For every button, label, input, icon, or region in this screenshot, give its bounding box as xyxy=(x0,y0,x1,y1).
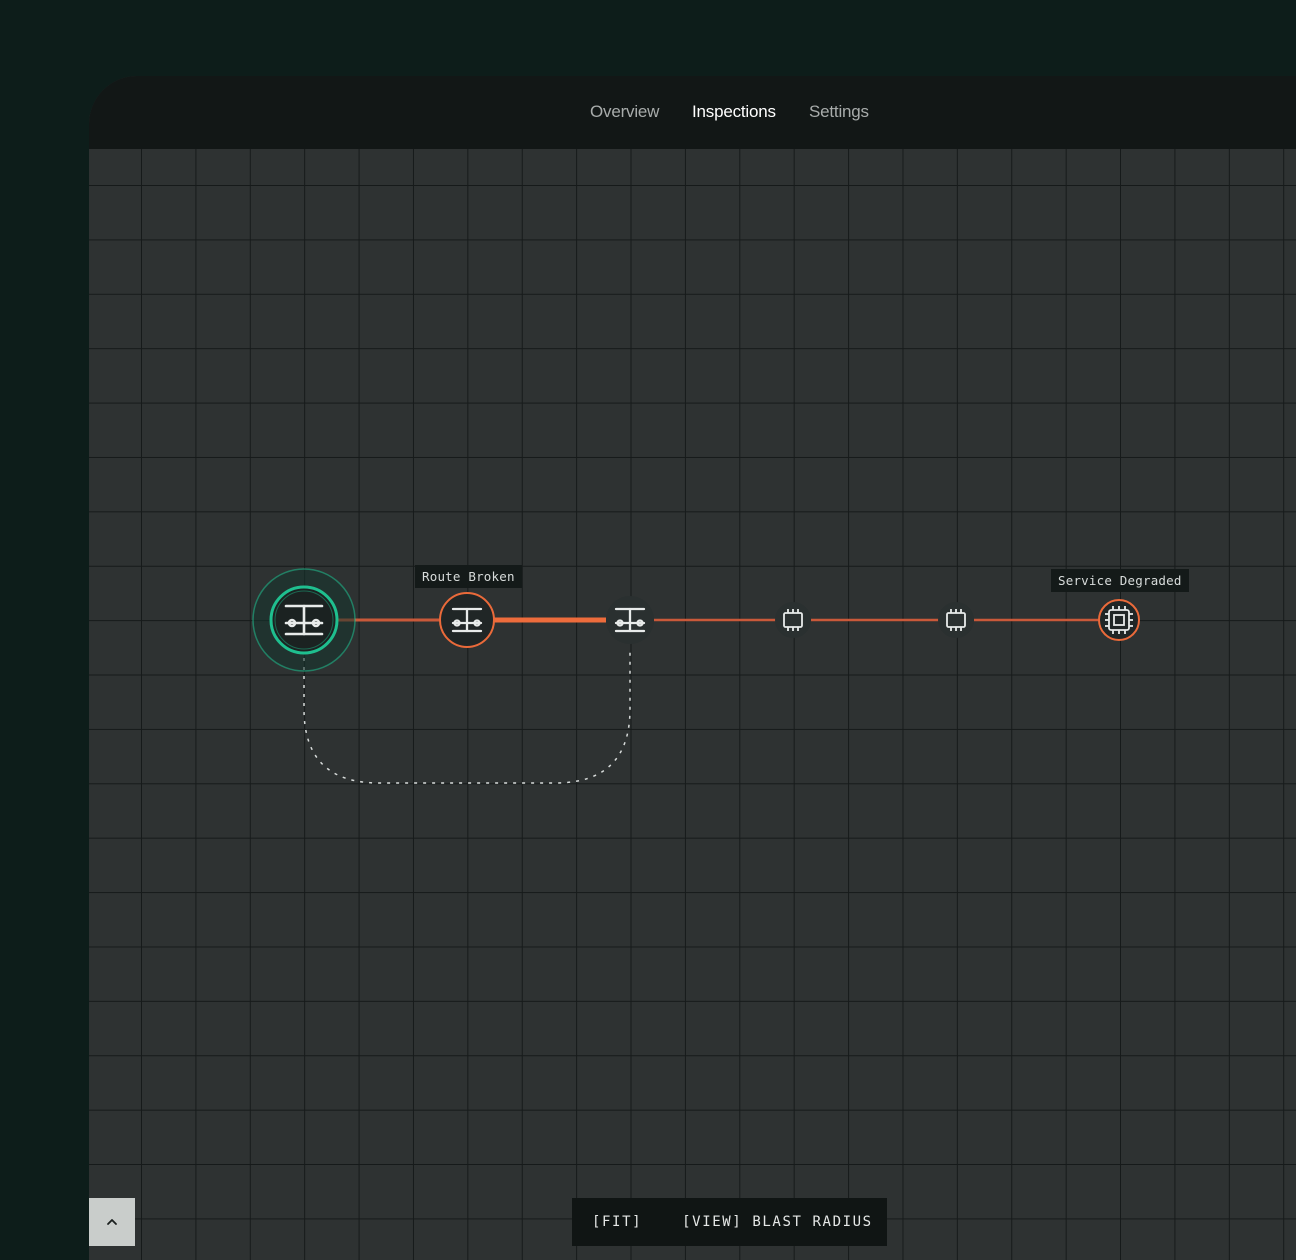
top-navigation-bar: Overview Inspections Settings xyxy=(89,76,1296,150)
label-route-broken: Route Broken xyxy=(415,565,522,588)
view-blast-radius-button[interactable]: [VIEW] BLAST RADIUS xyxy=(682,1214,873,1230)
dependency-graph xyxy=(252,568,1140,784)
tab-settings[interactable]: Settings xyxy=(809,102,869,122)
dashed-loop-edge[interactable] xyxy=(303,649,631,784)
tab-overview[interactable]: Overview xyxy=(590,102,659,122)
graph-canvas[interactable]: Route Broken Service Degraded xyxy=(89,149,1296,1260)
node-router-error[interactable] xyxy=(439,592,495,648)
fit-button[interactable]: [FIT] xyxy=(592,1214,642,1230)
node-chip-error[interactable] xyxy=(1098,599,1140,641)
tab-inspections[interactable]: Inspections xyxy=(692,102,776,122)
app-window: Overview Inspections Settings Route Brok… xyxy=(89,76,1296,1260)
node-chip-2[interactable] xyxy=(938,602,974,638)
node-chip-1[interactable] xyxy=(775,602,811,638)
collapse-panel-button[interactable] xyxy=(89,1198,135,1246)
node-router-normal[interactable] xyxy=(606,596,654,644)
chevron-up-icon xyxy=(107,1219,117,1225)
label-service-degraded: Service Degraded xyxy=(1051,569,1189,592)
node-router-selected[interactable] xyxy=(252,568,356,672)
graph-toolbar: [FIT] [VIEW] BLAST RADIUS xyxy=(572,1198,887,1246)
